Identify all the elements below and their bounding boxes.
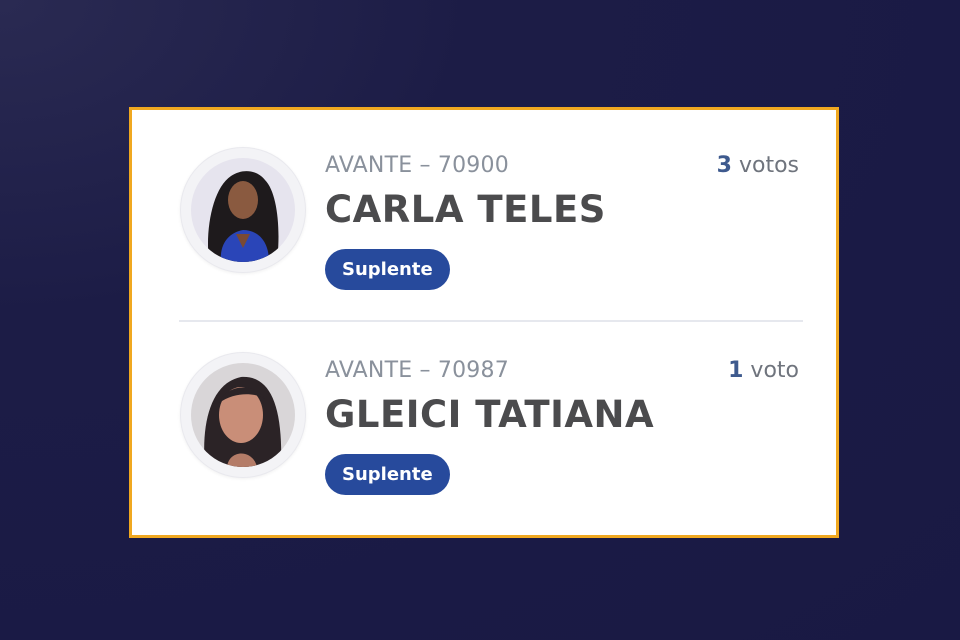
- vote-count: 1 voto: [728, 358, 799, 383]
- party-number: AVANTE – 70987: [325, 358, 509, 383]
- candidate-row[interactable]: AVANTE – 70900 CARLA TELES Suplente 3 vo…: [132, 110, 836, 314]
- candidate-name: CARLA TELES: [325, 188, 606, 231]
- vote-unit: votos: [738, 153, 799, 178]
- results-card: AVANTE – 70900 CARLA TELES Suplente 3 vo…: [129, 107, 839, 538]
- vote-unit: voto: [750, 358, 799, 383]
- vote-count: 3 votos: [717, 153, 799, 178]
- status-badge: Suplente: [325, 454, 450, 495]
- candidate-name: GLEICI TATIANA: [325, 393, 655, 436]
- party-number: AVANTE – 70900: [325, 153, 509, 178]
- candidate-photo-icon: [191, 158, 295, 262]
- candidate-avatar: [180, 147, 306, 273]
- candidate-row[interactable]: AVANTE – 70987 GLEICI TATIANA Suplente 1…: [132, 315, 836, 519]
- candidate-avatar: [180, 352, 306, 478]
- vote-number: 3: [716, 153, 732, 178]
- vote-number: 1: [728, 358, 744, 383]
- status-badge: Suplente: [325, 249, 450, 290]
- candidate-photo-icon: [191, 363, 295, 467]
